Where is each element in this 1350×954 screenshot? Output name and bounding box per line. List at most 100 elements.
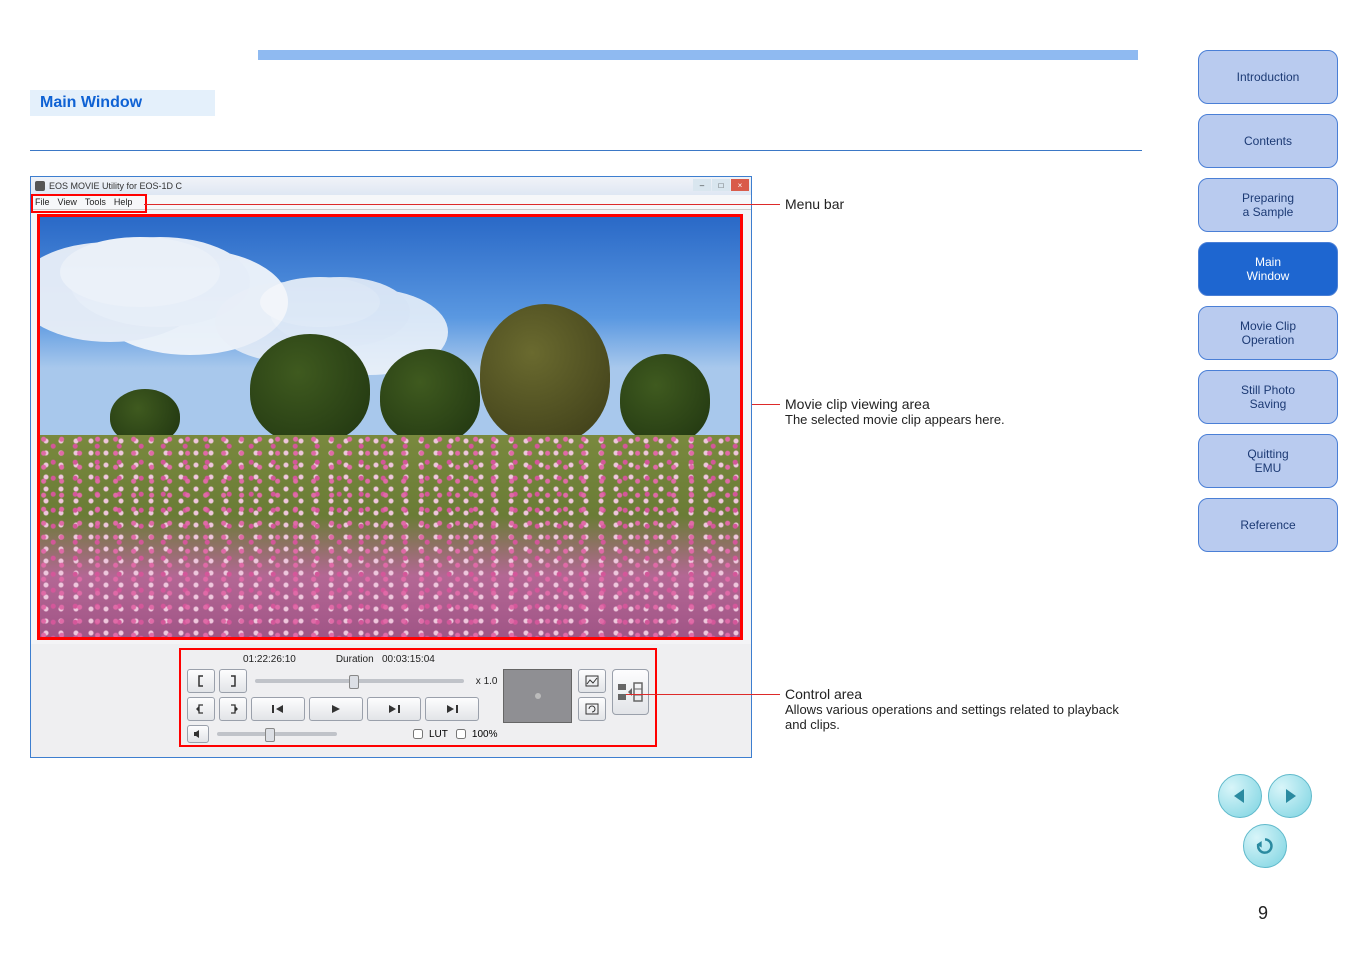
sidebar-item-label: Operation <box>1242 333 1295 347</box>
sidebar-item-label: Contents <box>1244 134 1292 148</box>
sidebar-nav: Introduction Contents Preparing a Sample… <box>1198 50 1338 552</box>
callout-title: Control area <box>785 686 1125 702</box>
bracket-right-icon <box>228 675 238 687</box>
sidebar-item-introduction[interactable]: Introduction <box>1198 50 1338 104</box>
prev-page-button[interactable] <box>1218 774 1262 818</box>
lut-checkbox[interactable]: LUT <box>409 726 448 742</box>
close-button[interactable]: × <box>731 179 749 191</box>
merge-clips-button[interactable] <box>612 669 649 715</box>
step-back-button[interactable] <box>251 697 305 721</box>
guide-box[interactable] <box>503 669 571 723</box>
go-out-icon <box>227 704 239 714</box>
play-button[interactable] <box>309 697 363 721</box>
duration-value: 00:03:15:04 <box>382 654 435 665</box>
sidebar-item-still-photo[interactable]: Still Photo Saving <box>1198 370 1338 424</box>
hundred-checkbox[interactable]: 100% <box>452 726 498 742</box>
play-icon <box>330 704 342 714</box>
app-title: EOS MOVIE Utility for EOS-1D C <box>49 181 182 191</box>
sidebar-item-label: Introduction <box>1237 70 1300 84</box>
capture-still-button[interactable] <box>578 669 606 693</box>
maximize-button[interactable]: □ <box>712 179 730 191</box>
image-refresh-icon <box>585 703 599 715</box>
back-button[interactable] <box>1243 824 1287 868</box>
menu-help[interactable]: Help <box>114 197 133 207</box>
play-range-button[interactable] <box>367 697 421 721</box>
sidebar-item-label: Still Photo <box>1241 383 1295 397</box>
duration-label-group: Duration 00:03:15:04 <box>336 654 435 665</box>
play-range-icon <box>386 704 402 714</box>
sidebar-item-label: EMU <box>1255 461 1282 475</box>
mark-out-button[interactable] <box>219 669 247 693</box>
step-forward-button[interactable] <box>425 697 479 721</box>
menu-tools[interactable]: Tools <box>85 197 106 207</box>
callout-controlarea: Control area Allows various operations a… <box>785 686 1125 732</box>
callout-line <box>626 694 780 695</box>
menu-view[interactable]: View <box>58 197 77 207</box>
control-area: 01:22:26:10 Duration 00:03:15:04 <box>31 644 751 757</box>
sidebar-item-reference[interactable]: Reference <box>1198 498 1338 552</box>
control-panel: 01:22:26:10 Duration 00:03:15:04 <box>179 650 657 747</box>
menubar: File View Tools Help <box>31 195 751 210</box>
merge-icon <box>616 680 644 704</box>
slider-thumb[interactable] <box>265 728 275 742</box>
sidebar-item-label: Preparing <box>1242 191 1294 205</box>
lut-checkbox-input[interactable] <box>413 729 423 739</box>
center-dot-icon <box>535 693 541 699</box>
sidebar-item-label: a Sample <box>1243 205 1294 219</box>
window-buttons: – □ × <box>693 179 749 191</box>
callout-title: Movie clip viewing area <box>785 396 1005 412</box>
go-out-button[interactable] <box>219 697 247 721</box>
app-screenshot: EOS MOVIE Utility for EOS-1D C – □ × Fil… <box>30 176 750 758</box>
page-number: 9 <box>1258 903 1268 924</box>
sidebar-item-main-window[interactable]: Main Window <box>1198 242 1338 296</box>
image-icon <box>585 675 599 687</box>
app-window: EOS MOVIE Utility for EOS-1D C – □ × Fil… <box>30 176 752 758</box>
preview-image <box>40 217 740 637</box>
speed-slider[interactable] <box>255 679 464 683</box>
callout-line <box>144 204 780 205</box>
titlebar: EOS MOVIE Utility for EOS-1D C – □ × <box>31 177 751 195</box>
go-in-icon <box>195 704 207 714</box>
bracket-left-icon <box>196 675 206 687</box>
triangle-left-icon <box>1230 786 1250 806</box>
sidebar-item-contents[interactable]: Contents <box>1198 114 1338 168</box>
callout-menubar: Menu bar <box>785 196 844 212</box>
sidebar-item-quitting[interactable]: Quitting EMU <box>1198 434 1338 488</box>
volume-button[interactable] <box>187 725 209 743</box>
sidebar-item-label: Main <box>1255 255 1281 269</box>
app-icon <box>35 181 45 191</box>
speed-label: x 1.0 <box>476 676 498 687</box>
step-forward-icon <box>445 704 459 714</box>
timecode-value: 01:22:26:10 <box>243 654 296 665</box>
section-heading: Main Window <box>30 90 215 116</box>
callout-desc: Allows various operations and settings r… <box>785 702 1125 732</box>
sidebar-item-label: Saving <box>1250 397 1287 411</box>
step-back-icon <box>271 704 285 714</box>
sidebar-item-movie-clip[interactable]: Movie Clip Operation <box>1198 306 1338 360</box>
capture-auto-button[interactable] <box>578 697 606 721</box>
speaker-icon <box>193 729 203 739</box>
hundred-label: 100% <box>472 729 498 740</box>
menu-file[interactable]: File <box>35 197 50 207</box>
go-in-button[interactable] <box>187 697 215 721</box>
triangle-right-icon <box>1280 786 1300 806</box>
callout-line <box>752 404 780 405</box>
slider-thumb[interactable] <box>349 675 359 689</box>
sidebar-item-label: Reference <box>1240 518 1295 532</box>
sidebar-item-label: Movie Clip <box>1240 319 1296 333</box>
horizontal-rule <box>30 150 1142 151</box>
sidebar-item-preparing[interactable]: Preparing a Sample <box>1198 178 1338 232</box>
callout-viewarea: Movie clip viewing area The selected mov… <box>785 396 1005 427</box>
duration-label: Duration <box>336 654 374 665</box>
sidebar-item-label: Window <box>1247 269 1290 283</box>
callout-title: Menu bar <box>785 196 844 212</box>
top-accent-bar <box>258 50 1138 60</box>
callout-desc: The selected movie clip appears here. <box>785 412 1005 427</box>
minimize-button[interactable]: – <box>693 179 711 191</box>
pager <box>1210 774 1320 874</box>
hundred-checkbox-input[interactable] <box>456 729 466 739</box>
next-page-button[interactable] <box>1268 774 1312 818</box>
movie-preview-area <box>37 214 743 640</box>
mark-in-button[interactable] <box>187 669 215 693</box>
volume-slider[interactable] <box>217 732 337 736</box>
